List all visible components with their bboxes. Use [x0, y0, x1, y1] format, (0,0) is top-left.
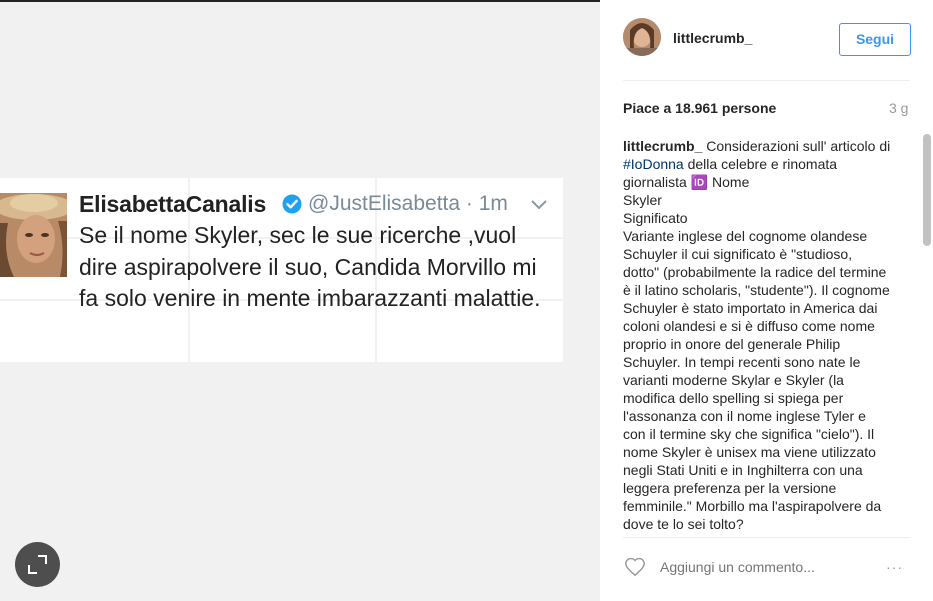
- heart-icon[interactable]: [624, 556, 646, 578]
- caption-scrollbar[interactable]: [923, 134, 931, 246]
- divider: [623, 80, 910, 81]
- follow-button[interactable]: Segui: [839, 23, 911, 56]
- caption-scroll-area[interactable]: littlecrumb_ Considerazioni sull' artico…: [623, 137, 923, 532]
- expand-button[interactable]: [15, 542, 60, 587]
- caption: littlecrumb_ Considerazioni sull' artico…: [623, 137, 891, 532]
- tweet-text: Se il nome Skyler, sec le sue ricerche ,…: [79, 222, 541, 311]
- avatar[interactable]: [623, 18, 661, 56]
- likes-count[interactable]: Piace a 18.961 persone: [623, 100, 776, 116]
- post-image: ElisabettaCanalis @JustElisabetta · 1m S…: [0, 2, 600, 601]
- post-author-username[interactable]: littlecrumb_: [673, 30, 752, 46]
- caption-intro: Considerazioni sull' articolo di: [702, 138, 895, 154]
- post-header: littlecrumb_ Segui: [600, 0, 933, 80]
- post-sidebar: littlecrumb_ Segui Piace a 18.961 person…: [600, 0, 933, 601]
- tweet-author-name: ElisabettaCanalis: [79, 191, 267, 217]
- verified-badge-icon: [282, 194, 302, 214]
- caption-hashtag[interactable]: #IoDonna: [623, 156, 684, 172]
- more-options-button[interactable]: ···: [886, 559, 903, 575]
- tweet-card: ElisabettaCanalis @JustElisabetta · 1m S…: [0, 178, 563, 362]
- tweet-handle-time: @JustElisabetta · 1m: [308, 192, 508, 215]
- divider: [623, 537, 910, 538]
- post-age[interactable]: 3 g: [889, 100, 908, 116]
- expand-icon: [28, 555, 47, 574]
- chevron-down-icon: [530, 198, 548, 212]
- comment-input[interactable]: [658, 558, 843, 576]
- caption-body: della celebre e rinomata giornalista 🆔 N…: [623, 156, 890, 532]
- tweet-avatar: [0, 193, 67, 277]
- caption-username[interactable]: littlecrumb_: [623, 138, 702, 154]
